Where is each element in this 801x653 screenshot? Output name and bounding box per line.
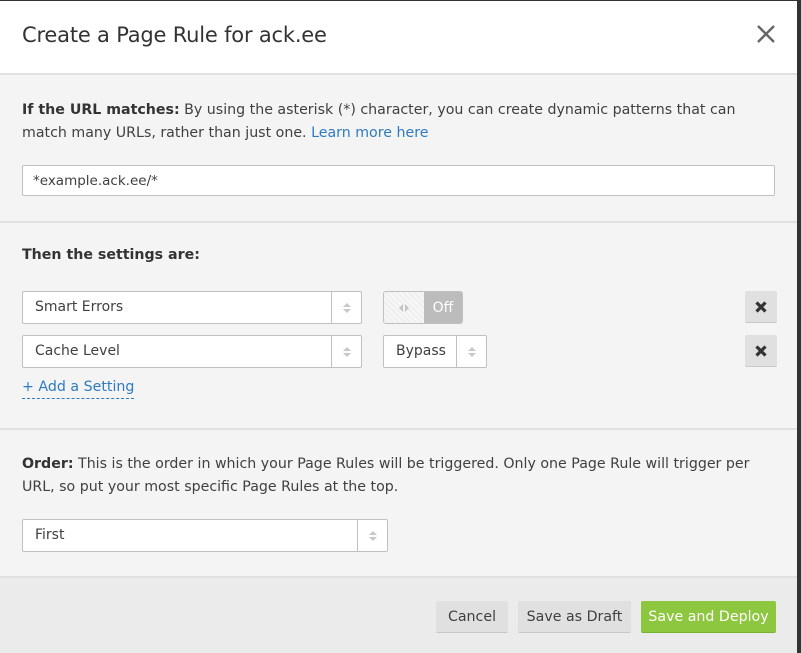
- remove-setting-button[interactable]: [745, 291, 777, 323]
- learn-more-link[interactable]: Learn more here: [311, 125, 428, 141]
- close-button[interactable]: [753, 21, 779, 47]
- order-description: Order: This is the order in which your P…: [22, 456, 750, 495]
- cache-level-value-select[interactable]: Bypass: [383, 335, 487, 368]
- select-arrows-icon: [331, 336, 361, 367]
- order-section: Order: This is the order in which your P…: [0, 430, 797, 578]
- smart-errors-toggle[interactable]: Off: [383, 291, 463, 324]
- modal-header: Create a Page Rule for ack.ee: [0, 1, 797, 75]
- page-rule-modal: Create a Page Rule for ack.ee If the URL…: [0, 1, 797, 653]
- toggle-state: Off: [424, 292, 462, 323]
- modal-footer: Cancel Save as Draft Save and Deploy: [0, 578, 797, 653]
- toggle-handle-icon: [384, 292, 424, 323]
- add-setting-link[interactable]: + Add a Setting: [22, 379, 135, 399]
- close-icon: [757, 25, 775, 43]
- save-deploy-button[interactable]: Save and Deploy: [641, 601, 776, 633]
- cancel-button[interactable]: Cancel: [436, 601, 508, 633]
- url-match-section: If the URL matches: By using the asteris…: [0, 75, 797, 223]
- remove-icon: [755, 344, 767, 357]
- url-pattern-input[interactable]: [22, 165, 775, 196]
- url-match-description: If the URL matches: By using the asteris…: [22, 102, 736, 141]
- order-label: Order:: [22, 456, 74, 472]
- modal-title: Create a Page Rule for ack.ee: [22, 23, 327, 47]
- save-draft-button[interactable]: Save as Draft: [518, 601, 631, 633]
- order-select[interactable]: First: [22, 519, 388, 552]
- select-arrows-icon: [331, 292, 361, 323]
- remove-setting-button[interactable]: [745, 335, 777, 367]
- remove-icon: [755, 300, 767, 313]
- setting-select-cache-level[interactable]: Cache Level: [22, 335, 362, 368]
- settings-section: Then the settings are: Smart Errors Off …: [0, 223, 797, 430]
- select-arrows-icon: [357, 520, 387, 551]
- url-match-label: If the URL matches:: [22, 102, 180, 118]
- setting-select-smart-errors[interactable]: Smart Errors: [22, 291, 362, 324]
- settings-heading: Then the settings are:: [22, 247, 200, 263]
- select-arrows-icon: [456, 336, 486, 367]
